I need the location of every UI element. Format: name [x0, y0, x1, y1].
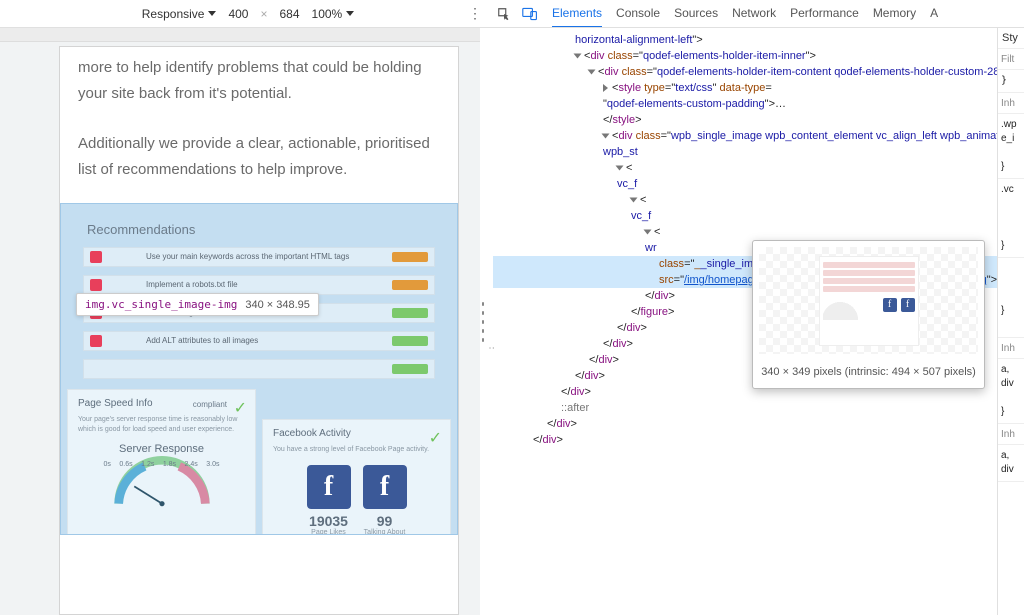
facebook-likes-count: 19035	[307, 513, 351, 529]
tab-application[interactable]: A	[930, 0, 938, 27]
image-thumbnail: ff	[819, 256, 919, 346]
facebook-icon: f	[363, 465, 407, 509]
styles-inherited-label: Inh	[1001, 429, 1015, 440]
styles-rule: }	[998, 70, 1024, 93]
caret-down-icon	[346, 11, 354, 16]
device-toolbar: Responsive 400 × 684 100% ⋮ Elements Con…	[0, 0, 1024, 28]
popover-caption: 340 × 349 pixels (intrinsic: 494 × 507 p…	[753, 360, 984, 388]
zoom-select[interactable]: 100%	[312, 7, 355, 21]
styles-inherited-label: Inh	[1001, 343, 1015, 354]
pagespeed-card: Page Speed Info Your page's server respo…	[67, 389, 256, 535]
recommendation-row: Add ALT attributes to all images	[83, 331, 435, 351]
facebook-talking-label: Talking About	[363, 529, 407, 535]
device-mode-select[interactable]: Responsive	[142, 7, 217, 21]
card-desc: Your page's server response time is reas…	[78, 415, 245, 435]
check-icon: ✓	[429, 428, 442, 448]
highlighted-image-overlay: Recommendations Use your main keywords a…	[60, 203, 458, 535]
tab-console[interactable]: Console	[616, 0, 660, 27]
recommendations-heading: Recommendations	[61, 204, 457, 247]
gauge-chart: 0s0.6s1.2s1.8s2.4s3.0s 0.08s	[102, 461, 222, 521]
facebook-likes-label: Page Likes	[307, 529, 351, 535]
emulated-viewport[interactable]: more to help identify problems that coul…	[59, 46, 459, 615]
device-viewport-pane: more to help identify problems that coul…	[0, 28, 480, 615]
ruler-horizontal	[0, 28, 480, 42]
tab-network[interactable]: Network	[732, 0, 776, 27]
toggle-device-toolbar-icon[interactable]	[520, 4, 540, 24]
recommendation-row	[83, 359, 435, 379]
styles-inherited-label: Inh	[1001, 98, 1015, 109]
page-body-text: more to help identify problems that coul…	[60, 47, 458, 183]
elements-panel[interactable]: ⋯ horizontal-alignment-left"> <div class…	[489, 28, 997, 615]
facebook-icon: f	[307, 465, 351, 509]
caret-down-icon	[208, 11, 216, 16]
compliant-label: compliant	[193, 400, 227, 409]
tooltip-dimensions: 340 × 348.95	[245, 299, 310, 311]
tab-memory[interactable]: Memory	[873, 0, 916, 27]
viewport-width-input[interactable]: 400	[228, 7, 248, 21]
facebook-talking: f 99 Talking About	[363, 465, 407, 535]
styles-filter-input[interactable]: Filt	[1001, 54, 1014, 65]
tab-elements[interactable]: Elements	[552, 0, 602, 27]
card-desc: You have a strong level of Facebook Page…	[273, 445, 440, 455]
tab-sources[interactable]: Sources	[674, 0, 718, 27]
element-highlight-tooltip: img.vc_single_image-img 340 × 348.95	[76, 293, 319, 316]
devtools-pane: ⋯ horizontal-alignment-left"> <div class…	[489, 28, 1024, 615]
facebook-card: ✓ Facebook Activity You have a strong le…	[262, 419, 451, 535]
zoom-label: 100%	[312, 7, 343, 21]
styles-panel[interactable]: Sty Filt } Inh .wpe_i} .vc} } Inh a,div}…	[997, 28, 1024, 615]
facebook-likes: f 19035 Page Likes	[307, 465, 351, 535]
check-icon: ✓	[234, 398, 247, 418]
viewport-height-input[interactable]: 684	[280, 7, 300, 21]
pane-resize-handle[interactable]	[480, 28, 489, 615]
facebook-talking-count: 99	[363, 513, 407, 529]
page-paragraph: Additionally we provide a clear, actiona…	[78, 131, 440, 183]
card-title: Facebook Activity	[273, 428, 440, 439]
tooltip-selector: img.vc_single_image-img	[85, 298, 237, 311]
viewport-dim-separator: ×	[260, 7, 267, 21]
gauge-title: Server Response	[78, 443, 245, 455]
device-toolbar-kebab-icon[interactable]: ⋮	[468, 5, 482, 22]
tab-styles[interactable]: Sty	[998, 28, 1024, 49]
recommendation-row: Implement a robots.txt file	[83, 275, 435, 295]
device-mode-label: Responsive	[142, 7, 205, 21]
recommendation-row: Use your main keywords across the import…	[83, 247, 435, 267]
tab-performance[interactable]: Performance	[790, 0, 859, 27]
devtools-tabs: Elements Console Sources Network Perform…	[552, 0, 938, 27]
page-paragraph: more to help identify problems that coul…	[78, 55, 440, 107]
image-preview-popover: ff 340 × 349 pixels (intrinsic: 494 × 50…	[752, 240, 985, 389]
inspect-element-icon[interactable]	[494, 4, 514, 24]
